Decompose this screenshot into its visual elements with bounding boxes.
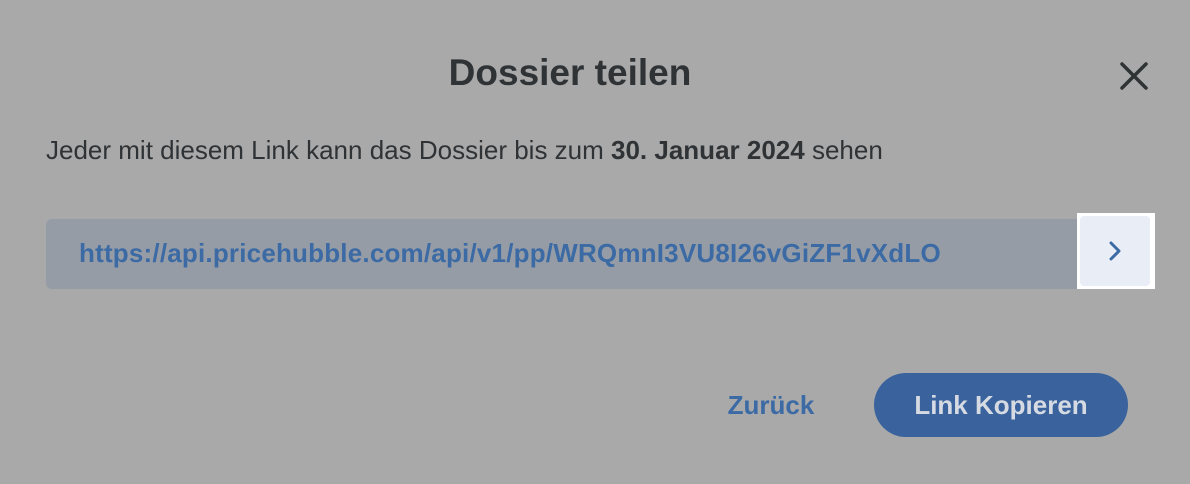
chevron-right-icon [1109,241,1121,261]
dialog-title: Dossier teilen [448,52,692,93]
close-button[interactable] [1112,54,1156,98]
open-link-button-inner[interactable] [1080,216,1150,286]
expiry-date: 30. Januar 2024 [611,135,805,165]
back-button[interactable]: Zurück [700,374,842,436]
share-link-url[interactable]: https://api.pricehubble.com/api/v1/pp/WR… [79,219,941,287]
copy-link-button[interactable]: Link Kopieren [874,373,1128,437]
description-suffix: sehen [804,135,883,165]
share-description: Jeder mit diesem Link kann das Dossier b… [46,132,883,168]
share-dossier-dialog: Dossier teilen Jeder mit diesem Link kan… [0,0,1190,484]
open-link-button[interactable] [1077,213,1155,289]
close-icon [1120,62,1148,90]
share-link-field[interactable]: https://api.pricehubble.com/api/v1/pp/WR… [46,219,1150,289]
description-prefix: Jeder mit diesem Link kann das Dossier b… [46,135,612,165]
